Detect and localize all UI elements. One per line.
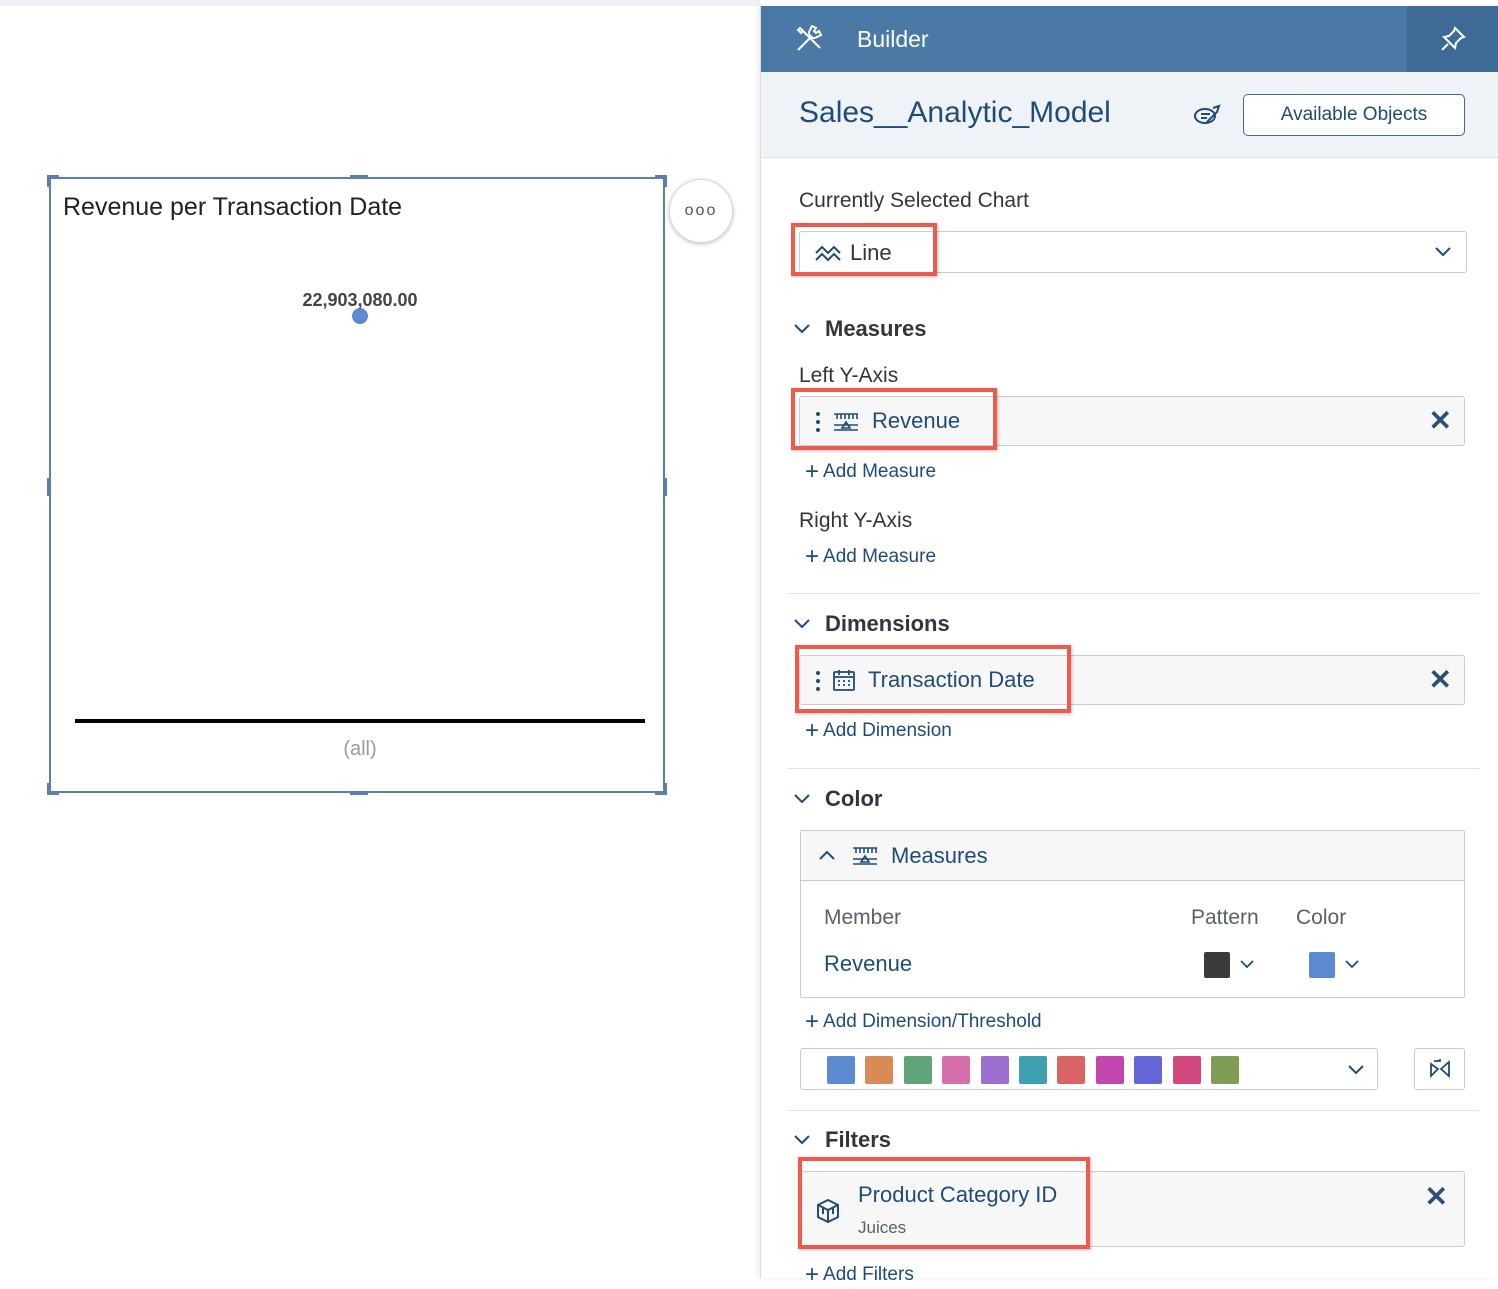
measures-heading[interactable]: Measures xyxy=(825,316,927,342)
add-filters-link[interactable]: + Add Filters xyxy=(805,1261,914,1289)
edit-model-icon[interactable] xyxy=(1193,104,1221,128)
more-actions-button[interactable]: ooo xyxy=(669,179,733,243)
palette-swatch xyxy=(1057,1056,1086,1084)
resize-handle-tr-v[interactable] xyxy=(663,175,667,187)
plus-icon: + xyxy=(805,1261,820,1288)
chevron-down-icon xyxy=(1435,247,1451,257)
chevron-down-icon[interactable] xyxy=(1344,959,1360,969)
chevron-up-icon xyxy=(819,850,835,860)
chevron-down-icon[interactable] xyxy=(793,323,811,335)
dimension-transaction-date-item[interactable]: Transaction Date ✕ xyxy=(799,655,1465,705)
color-heading[interactable]: Color xyxy=(825,786,882,812)
builder-panel: Builder Sales__Analytic_Model Available … xyxy=(760,6,1498,1288)
member-column-header: Member xyxy=(824,906,902,929)
filter-product-category-label: Product Category ID xyxy=(858,1182,1058,1207)
measure-icon xyxy=(834,413,858,431)
calendar-icon xyxy=(833,670,855,691)
color-palette-select[interactable] xyxy=(800,1048,1378,1090)
more-icon: ooo xyxy=(684,202,718,219)
resize-handle-bottom[interactable] xyxy=(350,791,368,795)
pattern-swatch[interactable] xyxy=(1204,952,1230,978)
drag-handle-icon[interactable] xyxy=(816,411,820,433)
add-measure-right-link[interactable]: + Add Measure xyxy=(805,543,936,571)
add-dimension-threshold-link[interactable]: + Add Dimension/Threshold xyxy=(805,1008,1042,1036)
dimensions-heading[interactable]: Dimensions xyxy=(825,611,950,637)
color-measures-panel: Measures Member Pattern Color Revenue xyxy=(800,830,1465,998)
story-canvas: Revenue per Transaction Date 22,903,080.… xyxy=(0,0,760,1278)
swap-palette-button[interactable] xyxy=(1414,1048,1465,1090)
plus-icon: + xyxy=(805,717,820,744)
resize-handle-bl-v[interactable] xyxy=(47,783,51,795)
chevron-down-icon[interactable] xyxy=(793,1134,811,1146)
palette-swatch xyxy=(1211,1056,1239,1084)
color-measures-label: Measures xyxy=(891,843,988,868)
currently-selected-chart-label: Currently Selected Chart xyxy=(799,189,1029,212)
color-measures-header[interactable]: Measures xyxy=(801,831,1464,881)
palette-swatch xyxy=(903,1056,932,1084)
palette-swatch xyxy=(865,1056,894,1084)
plus-icon: + xyxy=(805,458,820,485)
chevron-down-icon xyxy=(1348,1065,1364,1075)
resize-handle-top[interactable] xyxy=(350,175,368,179)
resize-handle-tl-v[interactable] xyxy=(47,175,51,187)
chevron-down-icon[interactable] xyxy=(793,618,811,630)
chart-type-select[interactable]: Line xyxy=(799,231,1467,273)
remove-revenue-icon[interactable]: ✕ xyxy=(1429,404,1452,437)
dimension-transaction-date-label: Transaction Date xyxy=(868,667,1035,692)
x-tick-label: (all) xyxy=(343,738,376,760)
left-y-axis-label: Left Y-Axis xyxy=(799,364,899,387)
add-measure-left-link[interactable]: + Add Measure xyxy=(805,458,936,486)
measure-revenue-item[interactable]: Revenue ✕ xyxy=(799,396,1465,446)
plus-icon: + xyxy=(805,543,820,570)
filters-heading[interactable]: Filters xyxy=(825,1127,891,1153)
filter-product-category-value: Juices xyxy=(858,1218,907,1237)
section-divider xyxy=(787,1110,1479,1111)
measure-revenue-label: Revenue xyxy=(872,408,961,433)
line-chart-icon xyxy=(815,245,841,262)
resize-handle-br-v[interactable] xyxy=(663,783,667,795)
pin-button[interactable] xyxy=(1407,6,1498,72)
builder-title: Builder xyxy=(857,26,929,52)
chevron-down-icon[interactable] xyxy=(793,793,811,805)
tools-icon xyxy=(796,25,823,51)
pin-icon xyxy=(1441,26,1466,51)
palette-swatch xyxy=(1134,1056,1163,1084)
cube-icon xyxy=(817,1198,839,1224)
resize-handle-left[interactable] xyxy=(47,478,51,496)
remove-transaction-date-icon[interactable]: ✕ xyxy=(1429,663,1452,696)
line-chart: 22,903,080.00 (all) xyxy=(75,290,645,760)
color-column-header: Color xyxy=(1296,906,1347,929)
model-name: Sales__Analytic_Model xyxy=(799,96,1111,129)
available-objects-button[interactable]: Available Objects xyxy=(1243,94,1465,136)
section-divider xyxy=(787,768,1479,769)
section-divider xyxy=(787,593,1479,594)
member-revenue: Revenue xyxy=(824,951,913,976)
palette-swatch xyxy=(942,1056,971,1084)
palette-swap-icon xyxy=(1429,1059,1450,1079)
palette-swatch xyxy=(1019,1056,1047,1084)
chart-type-value: Line xyxy=(850,240,892,265)
chart-widget[interactable]: Revenue per Transaction Date 22,903,080.… xyxy=(47,175,667,795)
filter-product-category-item[interactable]: Product Category ID Juices ✕ xyxy=(799,1171,1465,1247)
right-y-axis-label: Right Y-Axis xyxy=(799,509,913,532)
measure-icon xyxy=(853,847,877,865)
palette-swatch xyxy=(980,1056,1009,1084)
plus-icon: + xyxy=(805,1008,820,1035)
remove-filter-icon[interactable]: ✕ xyxy=(1425,1180,1448,1213)
resize-handle-right[interactable] xyxy=(663,478,667,496)
palette-swatch xyxy=(1095,1056,1124,1084)
model-bar: Sales__Analytic_Model Available Objects xyxy=(761,72,1498,158)
data-point[interactable] xyxy=(352,308,368,324)
add-dimension-link[interactable]: + Add Dimension xyxy=(805,717,952,745)
data-label: 22,903,080.00 xyxy=(302,290,417,310)
palette-swatch xyxy=(1172,1056,1201,1084)
pattern-column-header: Pattern xyxy=(1191,906,1259,929)
color-swatch[interactable] xyxy=(1309,952,1335,978)
chevron-down-icon[interactable] xyxy=(1239,959,1255,969)
drag-handle-icon[interactable] xyxy=(816,670,820,692)
builder-header: Builder xyxy=(761,6,1498,72)
palette-swatch xyxy=(827,1056,855,1084)
